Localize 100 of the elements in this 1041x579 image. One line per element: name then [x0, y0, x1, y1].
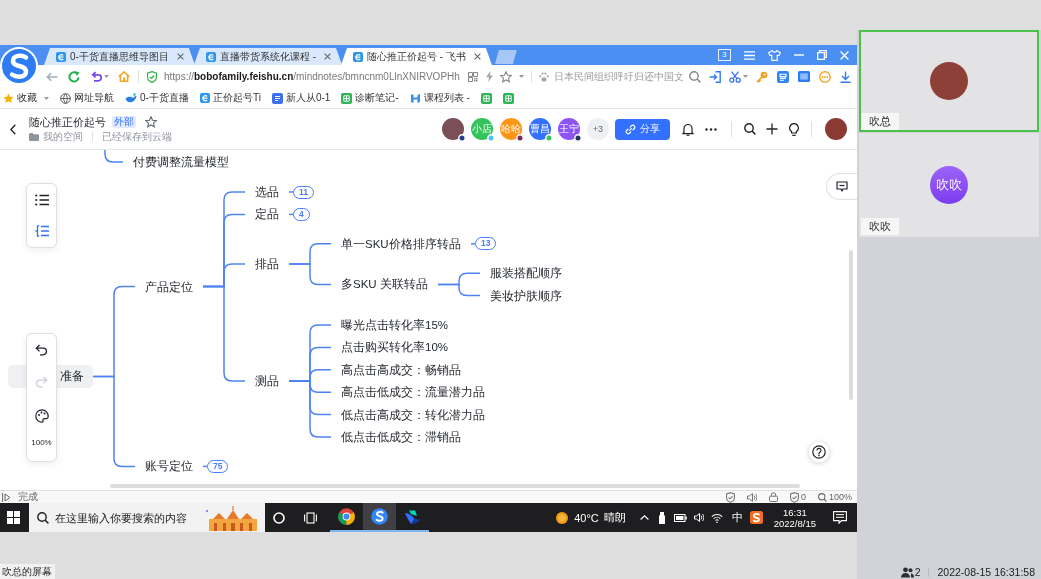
wifi-icon[interactable] [710, 512, 723, 523]
taskbar-app-button[interactable] [363, 503, 396, 532]
palette-icon[interactable] [34, 409, 49, 423]
browser-tab[interactable]: 直播带货系统化课程 - [193, 48, 342, 65]
avatar-photo-placeholder[interactable] [825, 118, 847, 140]
mindmap-node[interactable]: 点击购买转化率10% [331, 337, 459, 358]
star-icon[interactable] [145, 116, 157, 128]
mindmap-icon[interactable] [34, 225, 49, 238]
bookmark-item[interactable]: 新人从0-1 [271, 91, 331, 105]
sun-icon[interactable] [556, 511, 569, 524]
shirt-icon[interactable] [768, 49, 781, 61]
tool-tile-icon[interactable] [776, 70, 789, 83]
bookmark-item[interactable]: 诊断笔记- [341, 91, 399, 105]
caret-icon[interactable] [742, 75, 748, 78]
zoom-icon[interactable] [817, 492, 827, 502]
chevron-left-icon[interactable] [10, 123, 16, 135]
count-badge[interactable]: 11 [293, 185, 314, 199]
mindmap-node[interactable]: 高点击高成交：畅销品 [331, 359, 471, 380]
shield-icon[interactable] [725, 491, 735, 503]
mindmap-node[interactable]: 定品 [245, 204, 289, 225]
user-avatar[interactable]: 王宁 [558, 118, 580, 140]
mindmap-node[interactable]: 产品定位 [135, 276, 203, 297]
mindmap-node[interactable]: 低点击低成交：滞销品 [331, 427, 471, 447]
clock-time[interactable]: 16:31 [782, 506, 807, 518]
lightbulb-icon[interactable] [789, 122, 799, 136]
shield-icon[interactable] [147, 70, 157, 83]
mindmap-node[interactable]: 低点击高成交：转化潜力品 [331, 404, 495, 425]
speaker-icon[interactable] [693, 513, 704, 522]
help-button[interactable] [808, 441, 830, 463]
qr-code-icon[interactable] [467, 71, 478, 82]
mindmap-node[interactable]: 选品 [245, 182, 289, 202]
browser-tab[interactable]: 0-干货直播思维导图目 [44, 48, 195, 65]
bookmark-item[interactable] [480, 92, 492, 104]
close-icon[interactable] [324, 53, 331, 60]
user-avatar[interactable]: 曹昌 [529, 118, 551, 140]
browser-tab[interactable]: 随心推正价起号 - 飞书 [341, 48, 492, 65]
horizontal-scrollbar[interactable] [110, 484, 800, 488]
mindmap-node[interactable]: 美妆护肤顺序 [480, 285, 572, 306]
restore-icon[interactable] [817, 50, 827, 60]
usb-drive-icon[interactable] [658, 511, 665, 524]
root-node[interactable]: 准备 [57, 364, 93, 388]
mindmap-node[interactable]: 付费调整流量模型 [123, 152, 239, 172]
count-badge[interactable]: 75 [207, 459, 229, 473]
close-icon[interactable] [473, 53, 481, 60]
input-method-indicator[interactable]: 中 [731, 510, 743, 525]
comment-button[interactable] [826, 173, 857, 200]
refresh-icon[interactable] [68, 70, 80, 83]
bookmark-item[interactable] [502, 92, 514, 104]
start-icon[interactable] [7, 511, 20, 524]
mindmap-node[interactable]: 多SKU 关联转品 [331, 274, 438, 295]
lock-icon[interactable] [768, 492, 778, 502]
bookmark-item[interactable]: 0-干货直播 [125, 91, 189, 105]
weather-condition[interactable]: 晴朗 [603, 510, 626, 525]
zoom-level[interactable]: 100% [828, 491, 852, 503]
mindmap-node[interactable]: 服装搭配顺序 [480, 263, 572, 284]
vertical-scrollbar[interactable] [849, 250, 853, 400]
list-icon[interactable] [34, 193, 49, 206]
bell-icon[interactable] [682, 122, 694, 136]
zoom-level[interactable]: 100% [31, 438, 52, 447]
count-badge[interactable]: 13 [475, 237, 497, 251]
back-icon[interactable] [46, 71, 58, 82]
weather-temperature[interactable]: 40°C [574, 511, 599, 524]
download-icon[interactable] [839, 70, 851, 83]
mindmap-node[interactable]: 高点击低成交：流量潜力品 [331, 382, 495, 403]
more-collaborators-button[interactable]: +3 [587, 118, 609, 140]
mindmap-node[interactable]: 测品 [245, 371, 289, 391]
task-view-icon[interactable] [304, 511, 317, 524]
scissors-icon[interactable] [728, 70, 741, 83]
shield-icon[interactable] [789, 491, 799, 503]
caret-icon[interactable] [104, 75, 109, 78]
count-badge[interactable]: 4 [293, 207, 310, 221]
search-field[interactable]: 日本民间组织呼吁归还中国文 [553, 71, 687, 82]
bookmark-item[interactable]: 收藏 [3, 91, 49, 105]
menu-icon[interactable] [744, 50, 755, 60]
battery-icon[interactable] [673, 513, 687, 522]
mindmap-node[interactable]: 单一SKU价格排序转品 [331, 233, 471, 254]
bookmark-item[interactable]: 网址导航 [60, 91, 114, 105]
mindmap-node[interactable]: 排品 [245, 254, 289, 275]
ime-icon[interactable] [749, 511, 763, 524]
more-icon[interactable] [705, 127, 717, 131]
browser-logo-icon[interactable] [0, 46, 38, 86]
caret-icon[interactable] [518, 75, 524, 78]
bookmark-item[interactable]: 正价起号Ti [199, 91, 261, 105]
bookmark-item[interactable]: 课程列表 - [409, 91, 470, 105]
lightning-icon[interactable] [485, 71, 493, 82]
share-button[interactable]: 分享 [615, 118, 670, 140]
clock-date[interactable]: 2022/8/15 [773, 517, 816, 529]
window-icon[interactable] [797, 71, 810, 82]
mindmap-node[interactable]: 账号定位 [135, 456, 203, 477]
paw-icon[interactable] [538, 71, 549, 82]
sign-in-icon[interactable] [708, 70, 721, 83]
panel-toggle-icon[interactable] [2, 492, 11, 502]
close-icon[interactable] [176, 53, 184, 60]
undo-icon[interactable] [35, 344, 48, 356]
caret-icon[interactable] [44, 96, 49, 100]
mindmap-node[interactable]: 曝光点击转化率15% [331, 315, 459, 335]
notification-icon[interactable] [833, 511, 847, 524]
ring-icon[interactable] [273, 511, 285, 524]
plus-icon[interactable] [766, 123, 778, 135]
search-icon[interactable] [744, 123, 756, 135]
